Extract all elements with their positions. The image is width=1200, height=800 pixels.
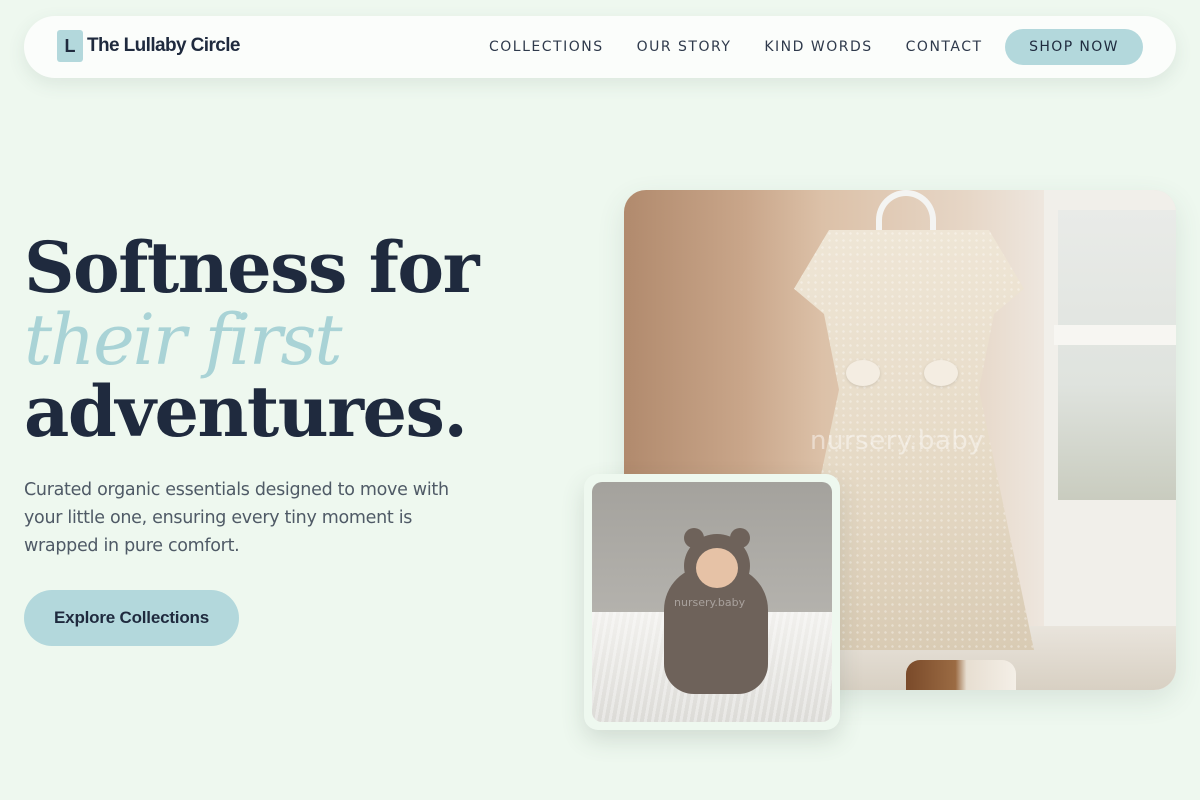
hero-title-line-1: Softness for (24, 226, 480, 309)
dress-bow-right (924, 360, 958, 386)
main-nav: COLLECTIONS OUR STORY KIND WORDS CONTACT (489, 38, 983, 56)
top-navbar: L The Lullaby Circle COLLECTIONS OUR STO… (24, 16, 1176, 78)
window-glass (1058, 210, 1176, 500)
nav-link-our-story[interactable]: OUR STORY (637, 38, 732, 56)
hero-title: Softness for their first adventures. (24, 232, 544, 448)
hero-subtitle: Curated organic essentials designed to m… (24, 480, 449, 556)
inset-photo-card: nursery.baby (584, 474, 840, 730)
dress-bow-left (846, 360, 880, 386)
shop-now-button[interactable]: SHOP NOW (1005, 29, 1143, 65)
nav-link-kind-words[interactable]: KIND WORDS (764, 38, 872, 56)
baby-shoes (906, 660, 1016, 690)
window-bar (1054, 325, 1176, 345)
logo-mark-icon: L (57, 30, 83, 62)
inset-watermark: nursery.baby (674, 596, 746, 609)
brand-logo[interactable]: L The Lullaby Circle (57, 30, 240, 62)
inset-photo-baby: nursery.baby (592, 482, 832, 722)
hero-title-line-3: adventures. (24, 370, 468, 453)
nav-link-collections[interactable]: COLLECTIONS (489, 38, 604, 56)
hero-title-line-2-accent: their first (24, 299, 343, 381)
photo-watermark: nursery.baby (810, 426, 985, 456)
explore-collections-button[interactable]: Explore Collections (24, 590, 239, 646)
brand-name: The Lullaby Circle (87, 35, 240, 56)
baby-face (696, 548, 738, 588)
nav-link-contact[interactable]: CONTACT (906, 38, 983, 56)
